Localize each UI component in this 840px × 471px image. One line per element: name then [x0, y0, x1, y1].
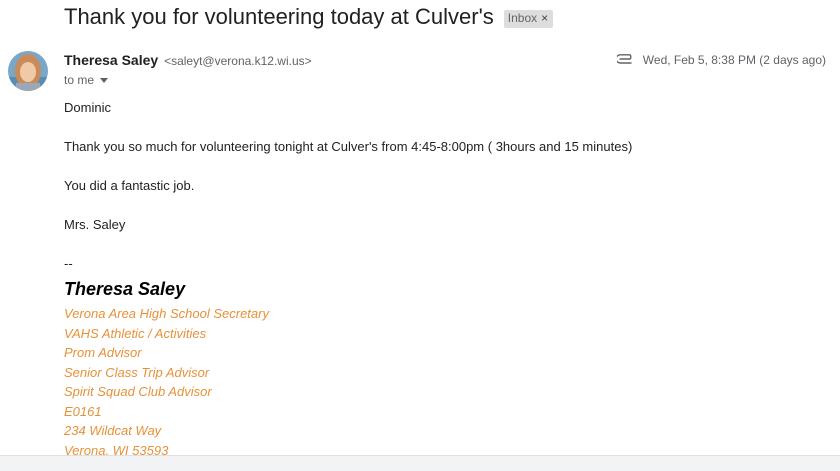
email-subject: Thank you for volunteering today at Culv…	[64, 4, 494, 29]
sender-name[interactable]: Theresa Saley	[64, 52, 158, 68]
body-closing: Mrs. Saley	[64, 217, 126, 232]
inbox-label-text: Inbox	[507, 11, 538, 25]
body-paragraph-1: Thank you so much for volunteering tonig…	[64, 139, 633, 154]
email-view: Thank you for volunteering today at Culv…	[0, 0, 840, 471]
sender-email: <saleyt@verona.k12.wi.us>	[164, 54, 312, 68]
avatar-image	[8, 51, 48, 91]
remove-label-icon[interactable]: ×	[541, 11, 548, 26]
signature-line: 234 Wildcat Way	[64, 423, 162, 438]
body-paragraph-2: You did a fantastic job.	[64, 178, 195, 193]
paperclip-icon	[616, 54, 632, 64]
signature-line: Prom Advisor	[64, 345, 142, 360]
signature-line: Senior Class Trip Advisor	[64, 364, 210, 380]
body-greeting: Dominic	[64, 100, 111, 115]
email-date: Wed, Feb 5, 8:38 PM (2 days ago)	[642, 53, 826, 67]
sender-avatar[interactable]	[8, 51, 48, 91]
signature-separator: --	[64, 256, 73, 271]
signature-line: Verona Area High School Secretary	[64, 306, 269, 321]
signature-name: Theresa Saley	[64, 279, 186, 299]
recipients-toggle[interactable]: to me	[64, 73, 109, 87]
recipients-label: to me	[64, 73, 95, 87]
signature-line: Spirit Squad Club Advisor	[64, 384, 212, 399]
chevron-down-icon[interactable]	[100, 78, 109, 83]
subject-row: Thank you for volunteering today at Culv…	[64, 4, 554, 30]
signature-line: VAHS Athletic / Activities	[64, 325, 207, 341]
signature-line: E0161	[64, 403, 102, 419]
horizontal-scrollbar[interactable]	[0, 455, 840, 471]
email-meta: Wed, Feb 5, 8:38 PM (2 days ago)	[616, 53, 826, 67]
sender-row: Theresa Saley <saleyt@verona.k12.wi.us>	[64, 52, 312, 68]
inbox-label[interactable]: Inbox ×	[503, 10, 554, 28]
signature-details: Verona Area High School Secretary VAHS A…	[64, 304, 269, 460]
